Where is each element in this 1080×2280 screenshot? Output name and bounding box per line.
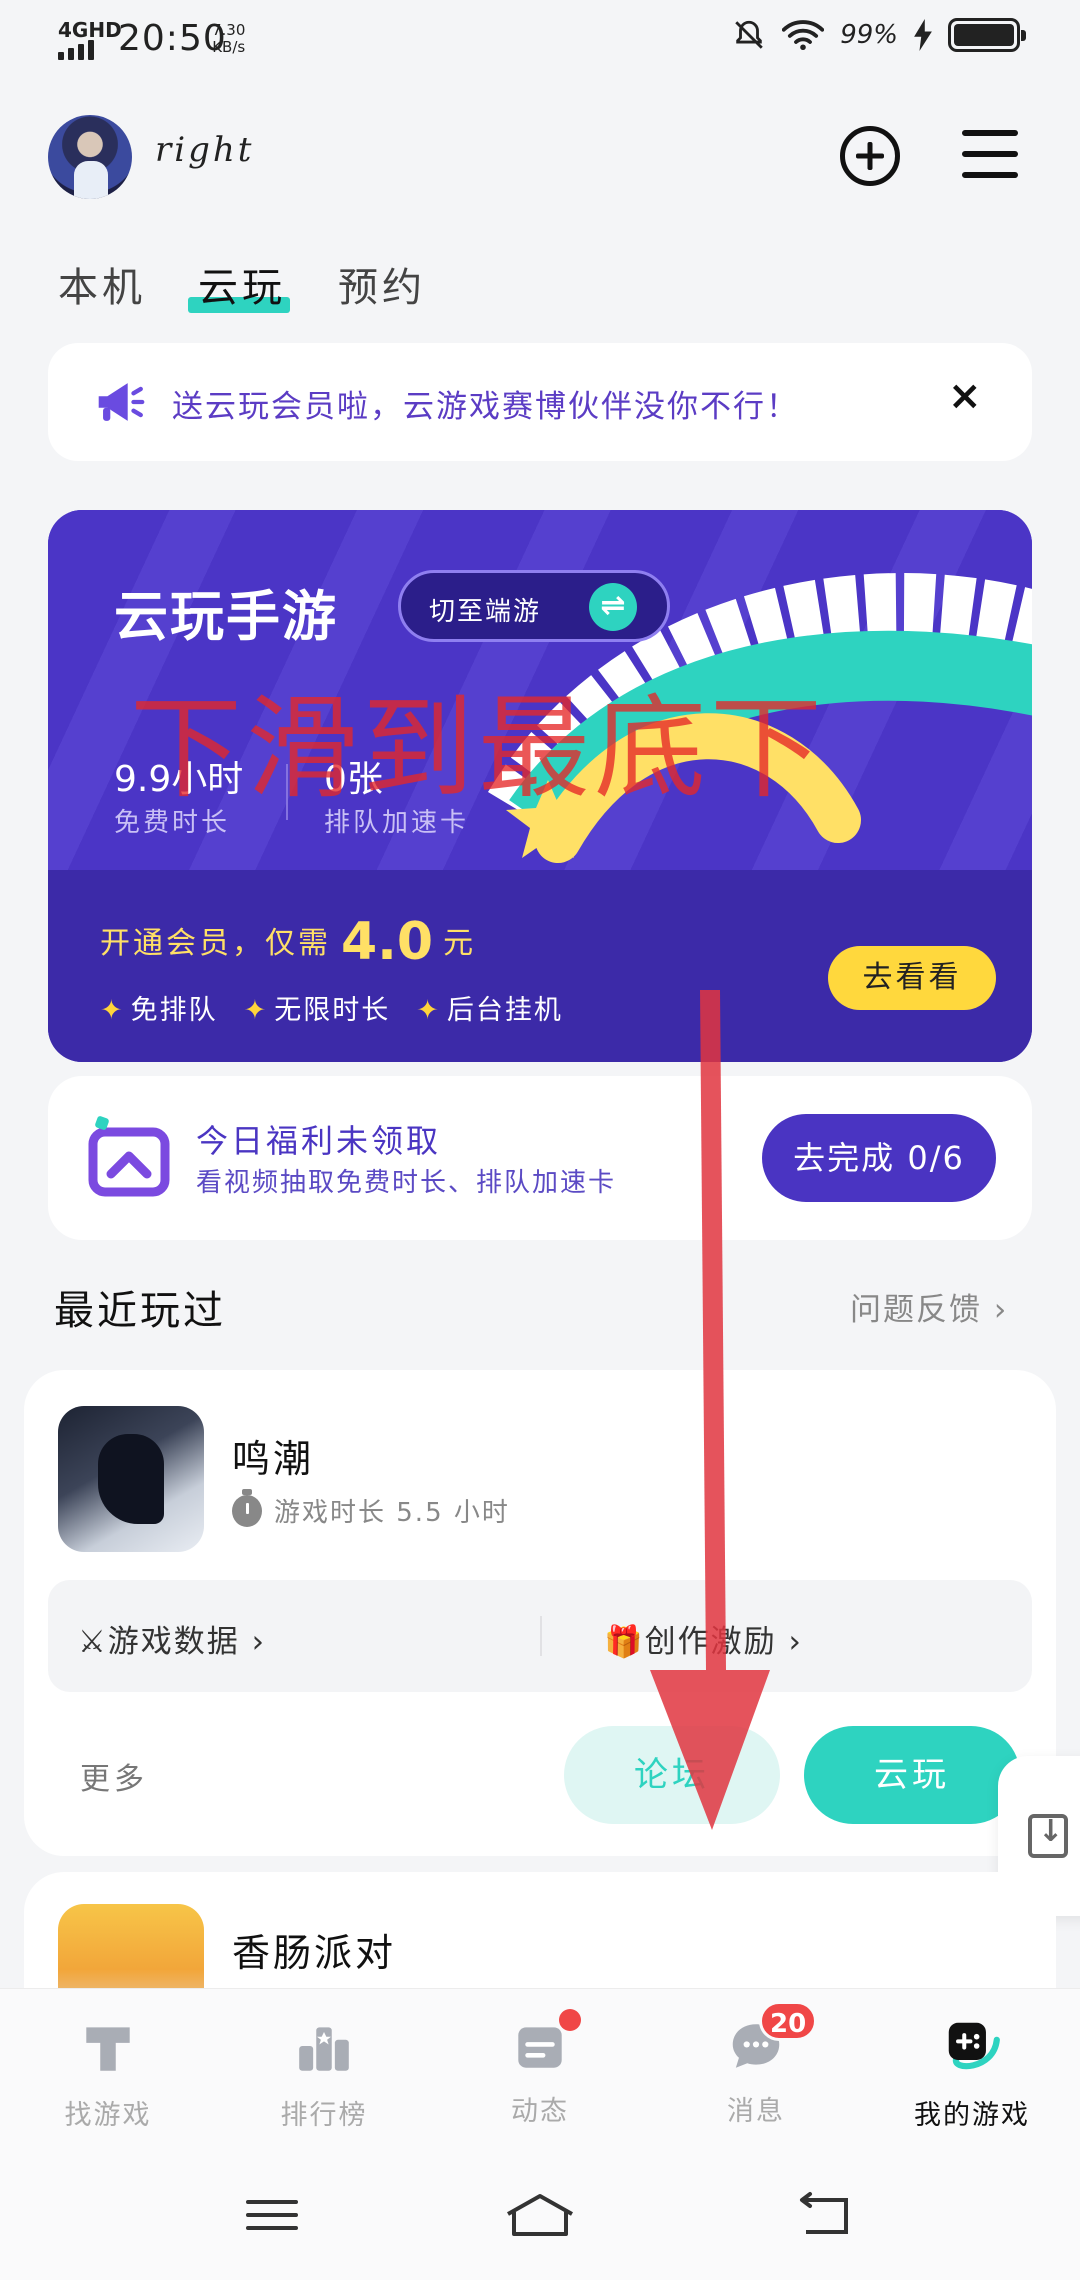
daily-welfare-card[interactable]: 今日福利未领取 看视频抽取免费时长、排队加速卡 去完成 0/6: [48, 1076, 1032, 1240]
clock: 20:50: [118, 18, 227, 59]
network-type: 4GHD: [58, 18, 122, 42]
recent-played-title: 最近玩过: [54, 1288, 226, 1334]
add-button[interactable]: [840, 126, 900, 186]
membership-promo: 开通会员，仅需 4.0 元 免排队 无限时长 后台挂机 去看看: [48, 870, 1032, 1062]
go-see-button[interactable]: 去看看: [828, 946, 996, 1010]
find-game-icon: [86, 2027, 130, 2071]
my-games-icon: [948, 2022, 1000, 2070]
status-icons: 99%: [732, 18, 1026, 52]
network-speed: 7.30 KB/s: [212, 22, 245, 56]
game-data-link[interactable]: ⚔游戏数据 ›: [78, 1616, 266, 1661]
unread-badge: 20: [759, 2001, 818, 2041]
bell-muted-icon: [735, 20, 763, 49]
switch-label: 切至端游: [429, 597, 542, 627]
menu-button[interactable]: [962, 130, 1018, 178]
nav-find-game[interactable]: 找游戏: [0, 2015, 216, 2132]
megaphone-icon: [98, 383, 145, 421]
game-name[interactable]: 鸣潮: [232, 1428, 314, 1483]
status-bar: 4GHD 20:50 7.30 KB/s 99%: [0, 0, 1080, 80]
charging-icon: [914, 19, 932, 51]
recent-apps-icon[interactable]: [232, 2190, 312, 2240]
nav-feed[interactable]: 动态: [432, 2009, 648, 2128]
promo-text: 开通会员，仅需 4.0 元: [100, 912, 476, 972]
timer-icon: [232, 1488, 262, 1527]
tab-cloud-play[interactable]: 云玩: [188, 255, 290, 313]
link-divider: [540, 1616, 542, 1656]
notice-text: 送云玩会员啦，云游戏赛博伙伴没你不行！: [172, 389, 799, 425]
speed-value: 7.30: [212, 21, 246, 39]
cloud-play-button[interactable]: 云玩: [804, 1726, 1020, 1824]
play-time: 游戏时长 5.5 小时: [232, 1488, 510, 1529]
nav-messages[interactable]: 20 消息: [648, 2001, 864, 2128]
nav-label: 动态: [511, 2096, 569, 2127]
gift-tv-icon: [88, 1116, 170, 1197]
game-name[interactable]: 香肠派对: [232, 1922, 396, 1977]
promo-price: 4.0: [341, 912, 434, 972]
nav-label: 我的游戏: [914, 2100, 1030, 2131]
avatar[interactable]: [48, 115, 132, 199]
nav-label: 排行榜: [280, 2100, 368, 2131]
download-icon: [1028, 1814, 1068, 1858]
tab-bar: 本机 云玩 预约: [58, 255, 426, 313]
bottom-nav: 找游戏 排行榜 动态 20 消息 我的游戏: [0, 1988, 1080, 2150]
feedback-link[interactable]: 问题反馈 ›: [850, 1284, 1008, 1329]
play-time-text: 游戏时长 5.5 小时: [274, 1498, 510, 1528]
username[interactable]: right: [155, 130, 254, 170]
more-button[interactable]: 更多: [80, 1754, 148, 1798]
speed-unit: KB/s: [212, 38, 246, 56]
game-links: ⚔游戏数据 › 🎁创作激励 ›: [48, 1580, 1032, 1692]
nav-label: 找游戏: [64, 2100, 152, 2131]
tab-local[interactable]: 本机: [58, 255, 146, 313]
nav-my-games[interactable]: 我的游戏: [864, 2015, 1080, 2132]
creator-reward-link[interactable]: 🎁创作激励 ›: [604, 1616, 803, 1661]
promo-suffix: 元: [443, 926, 477, 961]
annotation-overlay-text: 下滑到最底下: [130, 684, 826, 814]
banner-title: 云玩手游: [114, 585, 338, 648]
game-icon[interactable]: [58, 1406, 204, 1552]
promo-prefix: 开通会员，仅需: [100, 926, 331, 961]
home-icon[interactable]: [500, 2190, 580, 2240]
back-icon[interactable]: [784, 2190, 864, 2240]
battery-percent: 99%: [840, 20, 898, 50]
feed-icon-wrap: [509, 2009, 581, 2077]
forum-button[interactable]: 论坛: [564, 1726, 780, 1824]
perk-item: 免排队: [100, 988, 218, 1027]
perk-item: 后台挂机: [416, 988, 563, 1027]
welfare-title: 今日福利未领取: [196, 1122, 442, 1160]
perk-list: 免排队 无限时长 后台挂机: [100, 988, 563, 1027]
nav-label: 消息: [727, 2096, 785, 2127]
switch-to-pc-button[interactable]: 切至端游 ⇌: [398, 570, 670, 642]
close-icon[interactable]: ×: [948, 373, 982, 419]
nav-ranking[interactable]: 排行榜: [216, 2015, 432, 2132]
ranking-icon: [299, 2027, 349, 2071]
complete-tasks-button[interactable]: 去完成 0/6: [762, 1114, 996, 1202]
cloud-play-banner[interactable]: 云玩手游 切至端游 ⇌ 9.9小时 免费时长 0张 排队加速卡 下滑到最底下 开…: [48, 510, 1032, 1062]
perk-item: 无限时长: [244, 988, 391, 1027]
swap-icon: ⇌: [589, 583, 637, 631]
game-card: 鸣潮 游戏时长 5.5 小时 ⚔游戏数据 › 🎁创作激励 › 更多 论坛 云玩: [24, 1370, 1056, 1856]
system-nav-bar: [0, 2150, 1080, 2280]
notification-dot: [559, 2009, 581, 2031]
signal-icon: [58, 40, 94, 60]
battery-icon: [948, 18, 1026, 52]
wifi-icon: [782, 20, 825, 51]
welfare-subtitle: 看视频抽取免费时长、排队加速卡: [196, 1168, 617, 1198]
message-icon-wrap: 20: [725, 2001, 818, 2077]
notice-banner[interactable]: 送云玩会员啦，云游戏赛博伙伴没你不行！ ×: [48, 343, 1032, 461]
tab-reservation[interactable]: 预约: [338, 255, 426, 313]
